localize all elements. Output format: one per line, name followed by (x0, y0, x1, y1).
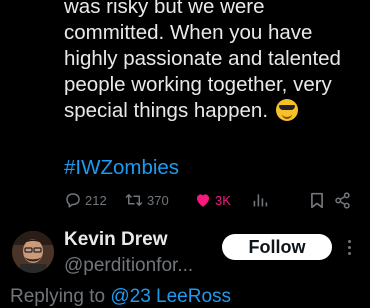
views-button[interactable] (252, 192, 310, 208)
hashtag-link[interactable]: #IWZombies (64, 156, 179, 180)
tweet-line: was risky but we were (64, 0, 265, 18)
heart-icon (197, 194, 209, 207)
tweet-actions-bar: 212 370 3K (64, 190, 360, 210)
bookmark-icon (311, 192, 323, 208)
author-handle[interactable]: @perditionfor... (64, 255, 193, 277)
tweet-line-last: special things happen. (64, 98, 364, 124)
share-icon (335, 191, 350, 209)
share-button[interactable] (334, 191, 354, 209)
follow-button[interactable]: Follow (222, 234, 332, 260)
sunglasses-emoji-icon (275, 99, 298, 121)
avatar[interactable] (12, 231, 54, 273)
mention-link[interactable]: @23 LeeRoss (110, 286, 231, 307)
avatar-photo (12, 231, 54, 273)
bookmark-button[interactable] (310, 192, 334, 209)
like-button[interactable]: 3K (194, 191, 252, 209)
more-dot (347, 251, 351, 255)
like-count: 3K (215, 192, 231, 208)
tweet-line: highly passionate and talented (64, 47, 341, 70)
views-icon (253, 194, 268, 207)
repost-button[interactable]: 370 (124, 191, 194, 209)
more-dot (347, 245, 351, 249)
repost-count: 370 (147, 192, 169, 208)
more-options-icon[interactable] (344, 236, 354, 258)
more-dot (347, 239, 351, 243)
tweet-line-text: special things happen. (64, 99, 269, 122)
repost-icon (125, 194, 143, 206)
tweet-line: people working together, very (64, 73, 332, 96)
reply-button[interactable]: 212 (64, 191, 124, 209)
reply-count: 212 (85, 192, 107, 208)
tweet-line: committed. When you have (64, 21, 313, 44)
tweet-text: was risky but we were committed. When yo… (64, 0, 364, 124)
reply-icon (66, 193, 80, 208)
author-name[interactable]: Kevin Drew (64, 229, 167, 251)
replying-to-prefix: Replying to (10, 286, 111, 307)
